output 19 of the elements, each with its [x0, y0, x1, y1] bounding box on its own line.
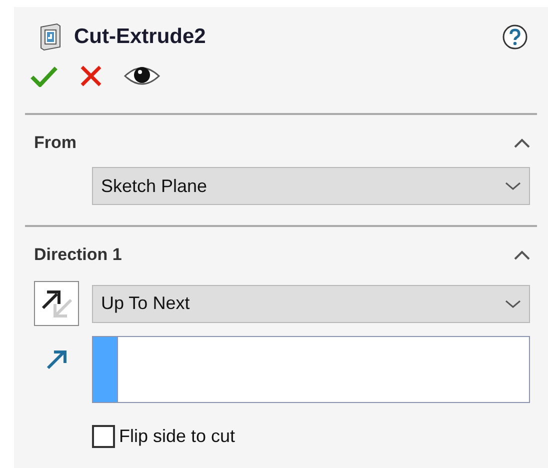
reverse-direction-button[interactable]	[34, 281, 79, 326]
dropdown[interactable]: Sketch Plane	[92, 167, 530, 205]
ok-icon[interactable]	[30, 65, 58, 87]
direction-arrow-icon	[46, 348, 68, 370]
selection-box[interactable]	[92, 336, 530, 403]
eye-icon[interactable]	[124, 64, 160, 88]
dropdown[interactable]: Up To Next	[92, 284, 530, 322]
help-icon[interactable]	[502, 24, 528, 50]
caret-icon	[505, 181, 521, 191]
feature-title: Cut-Extrude2	[74, 24, 206, 50]
section-heading: From	[34, 132, 76, 154]
collapse-icon[interactable]	[514, 250, 530, 260]
close-icon[interactable]	[80, 65, 102, 87]
collapse-icon[interactable]	[514, 138, 530, 148]
caret-icon	[505, 298, 521, 308]
checkbox[interactable]	[92, 425, 115, 448]
section-heading: Direction 1	[34, 244, 122, 266]
checkbox-label: Flip side to cut	[119, 425, 236, 448]
cut-extrude-icon	[38, 23, 62, 51]
